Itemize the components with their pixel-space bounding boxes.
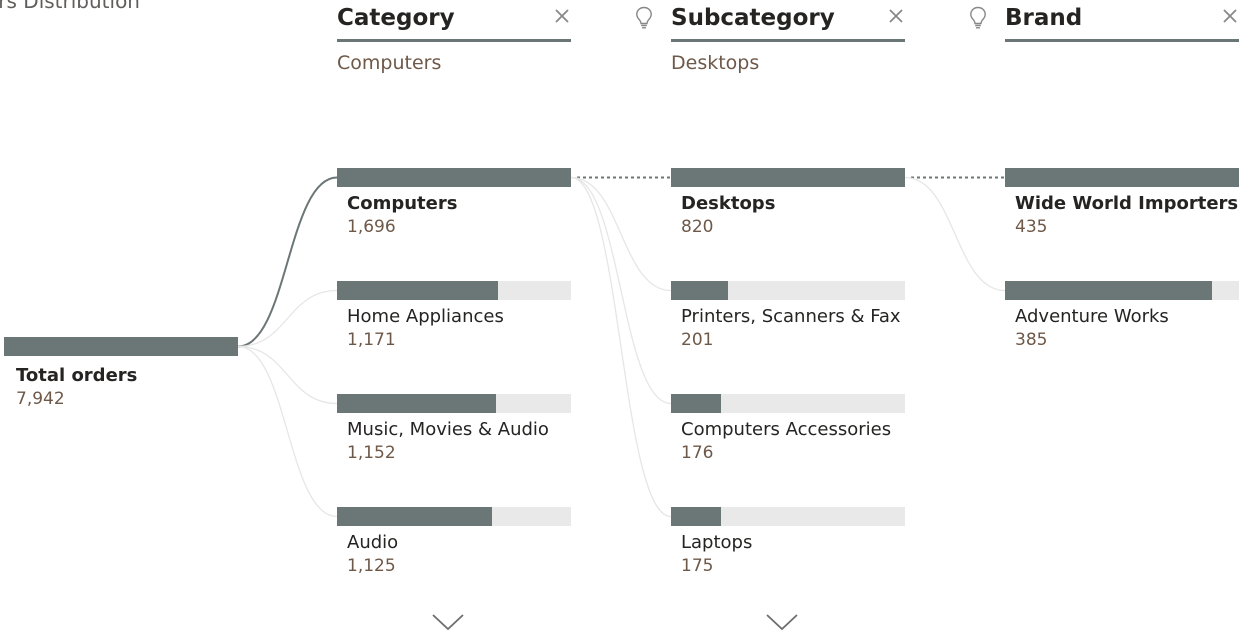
column-category-node-computers-bar — [337, 168, 571, 187]
column-category-node-audio-label: Audio — [347, 532, 399, 553]
column-category-header-underline — [337, 39, 571, 42]
column-subcategory-node-laptops-value: 175 — [681, 556, 714, 576]
column-subcategory-filter: Desktops — [671, 52, 760, 74]
column-subcategory-node-printers-scanners-and-fax[interactable]: Printers, Scanners & Fax 201 — [671, 281, 905, 361]
connector-audio — [237, 345, 338, 518]
column-category-node-audio[interactable]: Audio 1,125 — [337, 507, 571, 587]
column-subcategory-node-desktops-label: Desktops — [681, 193, 776, 214]
column-subcategory-node-computers-accessories[interactable]: Computers Accessories 176 — [671, 394, 905, 474]
column-brand-lightbulb-icon[interactable] — [969, 6, 987, 30]
connector-adventure-works — [904, 176, 1006, 292]
column-category-node-home-appliances[interactable]: Home Appliances 1,171 — [337, 281, 571, 361]
column-brand-close-icon[interactable] — [1221, 7, 1239, 25]
column-subcategory-node-desktops-bar — [671, 168, 905, 187]
column-category-node-music-movies-and-audio[interactable]: Music, Movies & Audio 1,152 — [337, 394, 571, 474]
column-brand-node-wide-world-importers[interactable]: Wide World Importers 435 — [1005, 168, 1239, 248]
column-subcategory-node-laptops[interactable]: Laptops 175 — [671, 507, 905, 587]
column-brand-header-label: Brand — [1005, 5, 1083, 31]
column-category-header-label: Category — [337, 5, 455, 31]
column-category-header: Category — [337, 0, 571, 44]
total-orders-node-value: 7,942 — [16, 389, 65, 409]
column-category-node-computers-label: Computers — [347, 193, 458, 214]
column-category-node-music-movies-and-audio-label: Music, Movies & Audio — [347, 419, 549, 440]
column-category-node-home-appliances-bar — [337, 281, 498, 300]
column-brand-node-wide-world-importers-bar — [1005, 168, 1239, 187]
column-brand-header: Brand — [970, 0, 1239, 44]
column-subcategory-header-label: Subcategory — [671, 5, 835, 31]
column-category-node-audio-bar — [337, 507, 492, 526]
column-category-filter: Computers — [337, 52, 442, 74]
column-brand-node-adventure-works-value: 385 — [1015, 330, 1048, 350]
column-subcategory-node-computers-accessories-label: Computers Accessories — [681, 419, 892, 440]
column-category-node-home-appliances-value: 1,171 — [347, 330, 396, 350]
column-brand-node-wide-world-importers-label: Wide World Importers — [1015, 193, 1239, 214]
decomposition-tree: ers Distribution Total orders 7,942 Catego… — [0, 0, 1249, 636]
column-subcategory-close-icon[interactable] — [887, 7, 905, 25]
column-brand-header-underline — [1005, 39, 1239, 42]
column-subcategory-node-laptops-label: Laptops — [681, 532, 753, 553]
column-subcategory-node-desktops[interactable]: Desktops 820 — [671, 168, 905, 248]
connector-laptops — [570, 176, 672, 518]
visual-title: ers Distribution — [0, 0, 140, 13]
connector-home-appliances — [237, 289, 338, 348]
column-subcategory-node-computers-accessories-value: 176 — [681, 443, 714, 463]
column-subcategory-node-desktops-value: 820 — [681, 217, 714, 237]
column-subcategory-chevron-down-icon[interactable] — [765, 612, 799, 632]
column-subcategory-lightbulb-icon[interactable] — [635, 6, 653, 30]
connector-printers-scanners-and-fax — [570, 176, 672, 292]
column-subcategory-header-underline — [671, 39, 905, 42]
column-subcategory-header: Subcategory — [636, 0, 905, 44]
column-brand-node-adventure-works[interactable]: Adventure Works 385 — [1005, 281, 1239, 361]
column-subcategory-node-computers-accessories-bar — [671, 394, 721, 413]
column-brand-node-wide-world-importers-value: 435 — [1015, 217, 1048, 237]
column-category-node-audio-value: 1,125 — [347, 556, 396, 576]
column-category-node-music-movies-and-audio-bar — [337, 394, 496, 413]
column-subcategory-node-printers-scanners-and-fax-value: 201 — [681, 330, 714, 350]
total-orders-node-label: Total orders — [16, 365, 138, 386]
connector-music-movies-and-audio — [237, 345, 338, 405]
connector-computers-accessories — [570, 176, 672, 405]
column-category-node-home-appliances-label: Home Appliances — [347, 306, 504, 327]
total-orders-node-bar — [4, 337, 238, 356]
column-category-chevron-down-icon[interactable] — [431, 612, 465, 632]
column-subcategory-node-printers-scanners-and-fax-bar — [671, 281, 728, 300]
column-category-close-icon[interactable] — [553, 7, 571, 25]
column-subcategory-node-printers-scanners-and-fax-label: Printers, Scanners & Fax — [681, 306, 901, 327]
column-category-node-computers-value: 1,696 — [347, 217, 396, 237]
total-orders-node[interactable]: Total orders 7,942 — [4, 337, 238, 417]
connector-computers — [237, 176, 338, 348]
column-brand-node-adventure-works-label: Adventure Works — [1015, 306, 1169, 327]
column-category-node-music-movies-and-audio-value: 1,152 — [347, 443, 396, 463]
column-subcategory-node-laptops-bar — [671, 507, 721, 526]
column-brand-node-adventure-works-bar — [1005, 281, 1212, 300]
column-category-node-computers[interactable]: Computers 1,696 — [337, 168, 571, 248]
